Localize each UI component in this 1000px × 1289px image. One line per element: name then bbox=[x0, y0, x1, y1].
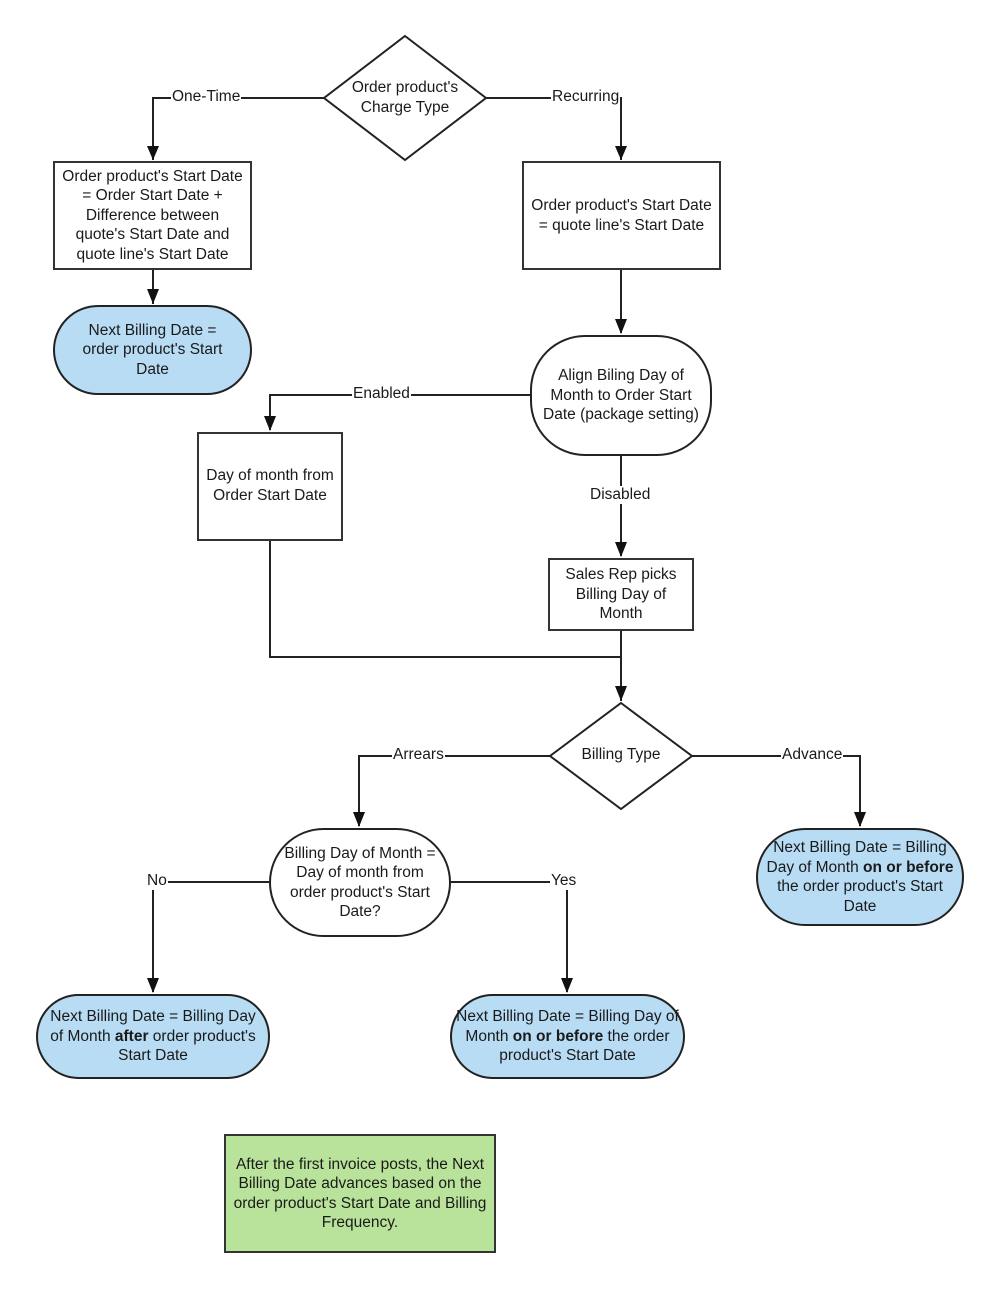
arrears-after-text: Next Billing Date = Billing Day of Month… bbox=[50, 1008, 256, 1065]
arrears-on-or-before-text: Next Billing Date = Billing Day of Month… bbox=[456, 1008, 679, 1065]
billing-frequency-note: After the first invoice posts, the Next … bbox=[224, 1134, 496, 1253]
edge-label-enabled: Enabled bbox=[352, 385, 411, 403]
arrowhead bbox=[615, 146, 627, 160]
edge-label-recurring: Recurring bbox=[551, 88, 621, 106]
edge-label-no: No bbox=[146, 872, 168, 890]
edge-no bbox=[152, 881, 270, 992]
edge-recurring bbox=[486, 97, 622, 160]
edge-label-arrears: Arrears bbox=[392, 746, 445, 764]
arrowhead bbox=[854, 812, 866, 827]
arrowhead bbox=[147, 289, 159, 304]
edge-arrears bbox=[358, 755, 550, 826]
sales-rep-picks-box: Sales Rep picks Billing Day of Month bbox=[548, 558, 694, 631]
one-time-start-date-box: Order product's Start Date = Order Start… bbox=[53, 161, 252, 270]
arrowhead bbox=[561, 978, 573, 993]
arrowhead bbox=[615, 542, 627, 557]
arrowhead bbox=[264, 416, 276, 431]
edge-advance bbox=[692, 755, 861, 826]
arrowhead bbox=[615, 319, 627, 334]
arrowhead bbox=[353, 812, 365, 827]
billing-type-decision: Billing Type bbox=[581, 746, 661, 763]
one-time-next-billing-terminal: Next Billing Date = order product's Star… bbox=[53, 305, 252, 395]
arrowhead bbox=[615, 686, 627, 701]
recurring-start-date-box: Order product's Start Date = quote line'… bbox=[522, 161, 721, 270]
edge-label-yes: Yes bbox=[550, 872, 578, 890]
charge-type-decision: Order product's Charge Type bbox=[351, 79, 459, 116]
edge-label-advance: Advance bbox=[781, 746, 844, 764]
arrowhead bbox=[147, 146, 159, 160]
align-billing-day-decision: Align Biling Day of Month to Order Start… bbox=[530, 335, 712, 456]
advance-text: Next Billing Date = Billing Day of Month… bbox=[766, 839, 954, 915]
arrears-after-terminal: Next Billing Date = Billing Day of Month… bbox=[36, 994, 270, 1079]
edge-yes bbox=[450, 881, 568, 992]
edge-label-disabled: Disabled bbox=[589, 486, 652, 504]
arrears-on-or-before-terminal: Next Billing Date = Billing Day of Month… bbox=[450, 994, 685, 1079]
edge-label-one-time: One-Time bbox=[171, 88, 242, 106]
arrowhead bbox=[147, 978, 159, 993]
day-of-month-from-order-box: Day of month from Order Start Date bbox=[197, 432, 343, 541]
advance-terminal: Next Billing Date = Billing Day of Month… bbox=[756, 828, 964, 926]
billing-day-match-decision: Billing Day of Month = Day of month from… bbox=[269, 828, 451, 937]
